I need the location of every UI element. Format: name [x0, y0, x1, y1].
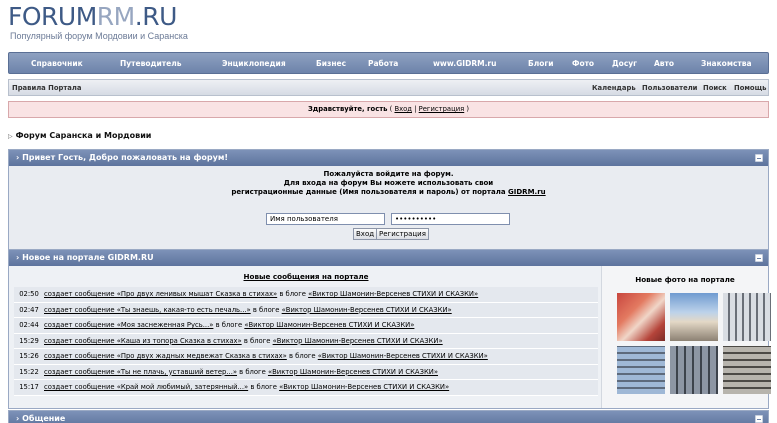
nav-item-dating[interactable]: Знакомства — [701, 59, 752, 68]
list-item: 02:44 создает сообщение «Моя заснеженная … — [14, 318, 598, 334]
communication-panel: › Общение — [8, 410, 769, 423]
login-button[interactable]: Вход — [353, 228, 378, 240]
collapse-icon[interactable] — [755, 254, 763, 262]
list-item: 02:47 создает сообщение «Ты знаешь, какая… — [14, 302, 598, 318]
list-item: 15:26 создает сообщение «Про двух жадных … — [14, 349, 598, 365]
greeting-register-link[interactable]: Регистрация — [419, 105, 465, 113]
list-item: 15:29 создает сообщение «Каша из топора С… — [14, 333, 598, 349]
nav-item-putevoditel[interactable]: Путеводитель — [120, 59, 181, 68]
login-body: Пожалуйста войдите на форум. Для входа н… — [231, 170, 546, 240]
sub-nav: Правила Портала Календарь Пользователи П… — [8, 79, 769, 96]
nav-item-photo[interactable]: Фото — [572, 59, 594, 68]
rules-link[interactable]: Правила Портала — [12, 84, 81, 92]
collapse-icon[interactable] — [755, 154, 763, 162]
nav-item-business[interactable]: Бизнес — [316, 59, 346, 68]
photo-thumbnail[interactable] — [723, 293, 771, 341]
nav-item-blogs[interactable]: Блоги — [528, 59, 554, 68]
breadcrumb-arrow-icon: ▷ — [8, 133, 13, 140]
search-link[interactable]: Поиск — [703, 84, 727, 92]
news-panel: › Новое на портале GIDRM.RU Новые сообще… — [8, 249, 771, 409]
communication-panel-header: › Общение — [9, 411, 768, 423]
new-photos: Новые фото на портале — [601, 266, 771, 408]
list-item: 15:22 создает сообщение «Ты не плачь, уст… — [14, 364, 598, 380]
nav-item-encyclopedia[interactable]: Энциклопедия — [222, 59, 286, 68]
nav-item-work[interactable]: Работа — [368, 59, 398, 68]
photo-thumbnail[interactable] — [617, 293, 665, 341]
username-input[interactable]: Имя пользователя — [266, 213, 385, 225]
register-button[interactable]: Регистрация — [376, 228, 429, 240]
list-item: 15:17 создает сообщение «Край мой любимый… — [14, 380, 598, 396]
photo-thumbnail[interactable] — [723, 346, 771, 394]
site-logo[interactable]: FORUMRM.RU Популярный форум Мордовии и С… — [8, 4, 188, 44]
list-item: 02:50 создает сообщение «Про двух ленивых… — [14, 287, 598, 303]
main-nav: Справочник Путеводитель Энциклопедия Биз… — [8, 52, 769, 74]
photo-thumbnail[interactable] — [617, 346, 665, 394]
nav-item-leisure[interactable]: Досуг — [612, 59, 637, 68]
logo-title: FORUMRM.RU — [8, 2, 177, 31]
calendar-link[interactable]: Календарь — [592, 84, 636, 92]
new-messages-list: Новые сообщения на портале 02:50 создает … — [14, 271, 598, 396]
nav-item-spravochnik[interactable]: Справочник — [31, 59, 83, 68]
password-input[interactable]: •••••••••• — [391, 213, 510, 225]
guest-greeting: Здравствуйте, гость ( Вход | Регистрация… — [8, 101, 769, 118]
help-link[interactable]: Помощь — [734, 84, 766, 92]
new-photos-title: Новые фото на портале — [635, 275, 735, 284]
news-body: Новые сообщения на портале 02:50 создает … — [9, 266, 771, 408]
nav-item-gidrm[interactable]: www.GIDRM.ru — [433, 59, 496, 68]
logo-subtitle: Популярный форум Мордовии и Саранска — [10, 31, 188, 41]
new-messages-title[interactable]: Новые сообщения на портале — [14, 271, 598, 287]
breadcrumb: ▷ Форум Саранска и Мордовии — [8, 131, 151, 140]
gidrm-link[interactable]: GIDRM.ru — [508, 188, 546, 196]
photo-thumbnail[interactable] — [670, 293, 718, 341]
nav-item-auto[interactable]: Авто — [654, 59, 674, 68]
login-panel: › Привет Гость, Добро пожаловать на фору… — [8, 149, 769, 257]
photo-thumbnail[interactable] — [670, 346, 718, 394]
collapse-icon[interactable] — [755, 415, 763, 423]
greeting-login-link[interactable]: Вход — [394, 105, 412, 113]
breadcrumb-forum-link[interactable]: Форум Саранска и Мордовии — [16, 131, 152, 140]
users-link[interactable]: Пользователи — [642, 84, 697, 92]
login-panel-header: › Привет Гость, Добро пожаловать на фору… — [9, 150, 768, 166]
news-panel-header: › Новое на портале GIDRM.RU — [9, 250, 768, 266]
